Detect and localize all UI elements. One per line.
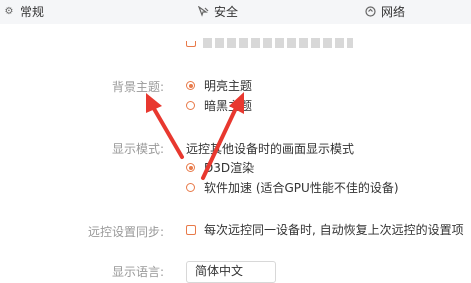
software-accel-label[interactable]: 软件加速 (适合GPU性能不佳的设备): [204, 179, 399, 196]
network-icon: [364, 5, 376, 17]
language-label: 显示语言:: [111, 265, 164, 279]
d3d-render-label[interactable]: D3D渲染: [204, 159, 254, 176]
sync-text[interactable]: 每次远控同一设备时, 自动恢复上次远控的设置项: [204, 221, 464, 238]
display-mode-label: 显示模式:: [111, 142, 164, 156]
gear-icon: ⚙: [4, 5, 14, 17]
theme-label: 背景主题:: [111, 80, 164, 94]
tab-network-label: 网络: [381, 4, 406, 19]
display-mode-description: 远控其他设备时的画面显示模式: [186, 142, 355, 156]
sync-label: 远控设置同步:: [87, 225, 164, 239]
tab-general-label: 常规: [20, 4, 45, 19]
d3d-render-radio[interactable]: [186, 163, 195, 172]
tab-security-label: 安全: [214, 4, 239, 19]
tab-network[interactable]: 网络: [364, 1, 405, 21]
partial-option-label: [203, 38, 353, 48]
tab-security[interactable]: 安全: [197, 1, 238, 21]
software-accel-radio[interactable]: [186, 183, 195, 192]
sync-checkbox[interactable]: [186, 225, 196, 235]
tab-general[interactable]: ⚙ 常规: [3, 1, 45, 21]
language-select[interactable]: 简体中文: [186, 261, 276, 283]
partial-option-checkbox[interactable]: [186, 41, 196, 47]
shield-icon: [197, 5, 209, 17]
settings-tabbar: ⚙ 常规 安全 网络: [0, 0, 471, 24]
theme-light-label[interactable]: 明亮主题: [204, 77, 252, 94]
theme-dark-radio[interactable]: [186, 101, 195, 110]
theme-light-radio[interactable]: [186, 81, 195, 90]
theme-dark-label[interactable]: 暗黑主题: [204, 97, 252, 114]
